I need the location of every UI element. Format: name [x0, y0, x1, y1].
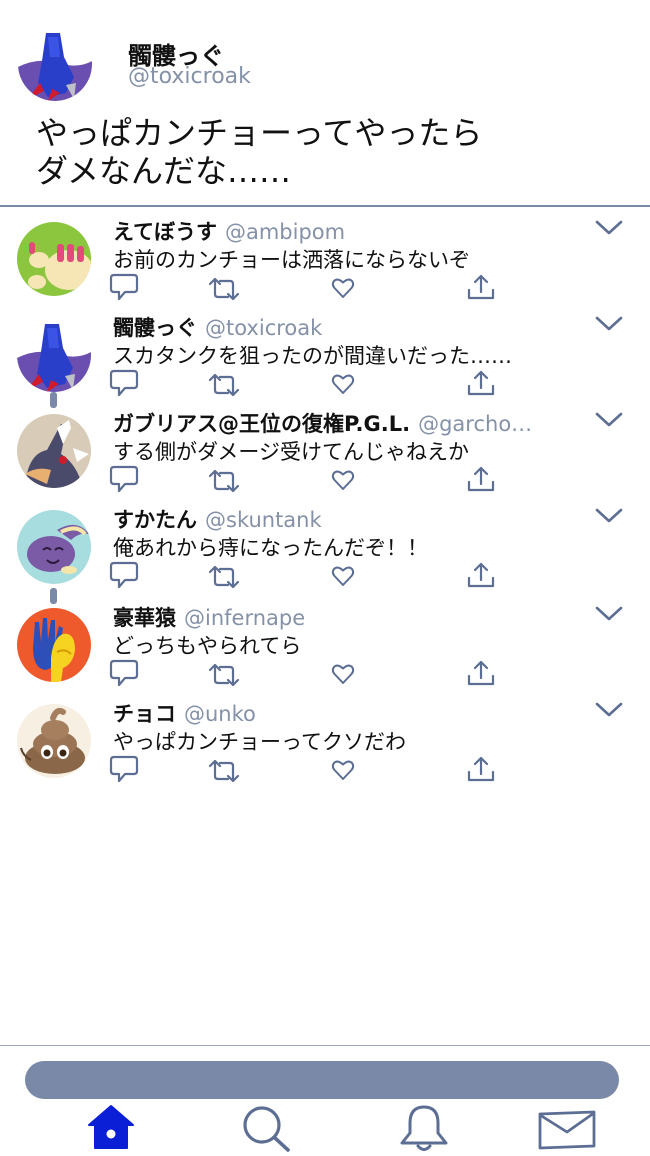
chevron-down-icon[interactable]: [594, 410, 624, 430]
reply-text: する側がダメージ受けてんじゃねえか: [113, 440, 469, 464]
reply-icon[interactable]: [108, 272, 140, 302]
reply-header: ガブリアス@王位の復権P.G.L. @garcho…: [113, 410, 583, 438]
avatar[interactable]: [17, 608, 91, 682]
reply-header: 髑髏っぐ @toxicroak: [113, 314, 583, 342]
main-tweet: 髑髏っぐ @toxicroak やっぱカンチョーってやったら ダメなんだな……: [0, 0, 650, 206]
reply-item[interactable]: えてぼうす @ambipom お前のカンチョーは洒落にならないぞ: [0, 210, 650, 306]
reply-author-name[interactable]: ガブリアス@王位の復権P.G.L.: [113, 412, 410, 436]
reply-icon[interactable]: [108, 368, 140, 398]
reply-header: 豪華猿 @infernape: [113, 604, 583, 632]
chevron-down-icon[interactable]: [594, 218, 624, 238]
heart-icon[interactable]: [331, 372, 355, 396]
reply-text: スカタンクを狙ったのが間違いだった……: [113, 344, 512, 368]
share-icon[interactable]: [466, 560, 496, 590]
chevron-down-icon[interactable]: [594, 506, 624, 526]
reply-author-handle[interactable]: @skuntank: [205, 508, 322, 532]
reply-header: えてぼうす @ambipom: [113, 218, 583, 246]
retweet-icon[interactable]: [206, 276, 242, 302]
avatar[interactable]: [18, 27, 92, 101]
bottom-divider: [0, 1045, 650, 1046]
heart-icon[interactable]: [331, 468, 355, 492]
retweet-icon[interactable]: [206, 564, 242, 590]
avatar[interactable]: [17, 318, 91, 392]
chevron-down-icon[interactable]: [594, 314, 624, 334]
share-icon[interactable]: [466, 754, 496, 784]
retweet-icon[interactable]: [206, 468, 242, 494]
search-icon[interactable]: [238, 1103, 294, 1155]
heart-icon[interactable]: [331, 758, 355, 782]
mail-icon[interactable]: [536, 1108, 598, 1152]
reply-item[interactable]: ガブリアス@王位の復権P.G.L. @garcho… する側がダメージ受けてんじゃ…: [0, 402, 650, 498]
tweet-text: やっぱカンチョーってやったら ダメなんだな……: [36, 114, 483, 190]
bell-icon[interactable]: [396, 1103, 452, 1153]
avatar[interactable]: [17, 414, 91, 488]
reply-text: 俺あれから痔になったんだぞ！！: [113, 536, 428, 560]
reply-author-handle[interactable]: @garcho…: [418, 412, 532, 436]
reply-header: チョコ @unko: [113, 700, 583, 728]
compose-reply-bar[interactable]: [25, 1061, 619, 1099]
reply-item[interactable]: すかたん @skuntank 俺あれから痔になったんだぞ！！: [0, 498, 650, 594]
reply-author-handle[interactable]: @unko: [184, 702, 256, 726]
reply-author-name[interactable]: 豪華猿: [113, 606, 176, 630]
reply-author-name[interactable]: 髑髏っぐ: [113, 316, 197, 340]
share-icon[interactable]: [466, 658, 496, 688]
reply-text: どっちもやられてら: [113, 634, 302, 658]
heart-icon[interactable]: [331, 564, 355, 588]
reply-icon[interactable]: [108, 464, 140, 494]
reply-author-name[interactable]: すかたん: [113, 508, 197, 532]
reply-author-handle[interactable]: @ambipom: [225, 220, 345, 244]
share-icon[interactable]: [466, 272, 496, 302]
reply-author-name[interactable]: えてぼうす: [113, 220, 217, 244]
reply-text: やっぱカンチョーってクソだわ: [113, 730, 406, 754]
divider: [0, 205, 650, 207]
retweet-icon[interactable]: [206, 758, 242, 784]
reply-icon[interactable]: [108, 754, 140, 784]
home-icon[interactable]: [86, 1103, 136, 1151]
reply-author-handle[interactable]: @toxicroak: [205, 316, 322, 340]
reply-item[interactable]: チョコ @unko やっぱカンチョーってクソだわ: [0, 692, 650, 788]
share-icon[interactable]: [466, 464, 496, 494]
share-icon[interactable]: [466, 368, 496, 398]
reply-icon[interactable]: [108, 658, 140, 688]
reply-item[interactable]: 豪華猿 @infernape どっちもやられてら: [0, 596, 650, 692]
retweet-icon[interactable]: [206, 372, 242, 398]
avatar[interactable]: [17, 704, 91, 778]
reply-author-handle[interactable]: @infernape: [184, 606, 305, 630]
author-handle[interactable]: @toxicroak: [128, 64, 251, 89]
reply-header: すかたん @skuntank: [113, 506, 583, 534]
reply-text: お前のカンチョーは洒落にならないぞ: [113, 248, 470, 272]
reply-item[interactable]: 髑髏っぐ @toxicroak スカタンクを狙ったのが間違いだった……: [0, 306, 650, 402]
heart-icon[interactable]: [331, 662, 355, 686]
reply-icon[interactable]: [108, 560, 140, 590]
retweet-icon[interactable]: [206, 662, 242, 688]
avatar[interactable]: [17, 510, 91, 584]
reply-author-name[interactable]: チョコ: [113, 702, 176, 726]
chevron-down-icon[interactable]: [594, 604, 624, 624]
avatar[interactable]: [17, 222, 91, 296]
heart-icon[interactable]: [331, 276, 355, 300]
chevron-down-icon[interactable]: [594, 700, 624, 720]
